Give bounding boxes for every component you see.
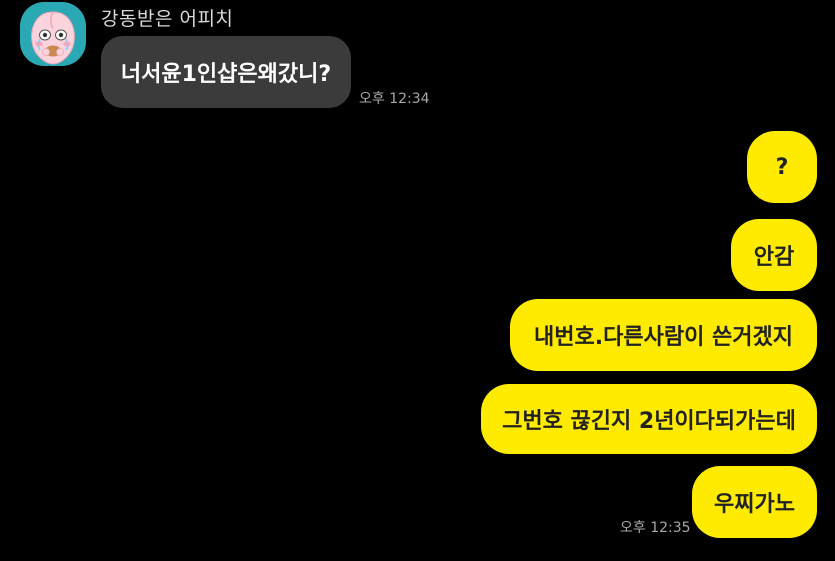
received-message-bubble[interactable]: 너서윤1인샵은왜갔니?: [101, 36, 351, 108]
received-message-time: 오후 12:34: [359, 91, 430, 107]
apeach-crying-icon: [31, 11, 75, 65]
sent-message-bubble[interactable]: 내번호.다른사람이 쓴거겠지: [510, 299, 817, 371]
sent-message-bubble[interactable]: 안감: [731, 219, 817, 291]
sent-message-bubble[interactable]: ?: [747, 131, 817, 203]
sent-message-bubble[interactable]: 그번호 끊긴지 2년이다되가는데: [481, 384, 817, 454]
chat-window: 강동받은 어피치 너서윤1인샵은왜갔니? 오후 12:34 ? 안감 내번호.다…: [0, 0, 835, 561]
sender-name: 강동받은 어피치: [101, 8, 234, 30]
sent-message-bubble[interactable]: 우찌가노: [692, 466, 817, 538]
sender-avatar[interactable]: [20, 2, 86, 66]
sent-message-time: 오후 12:35: [620, 520, 691, 536]
